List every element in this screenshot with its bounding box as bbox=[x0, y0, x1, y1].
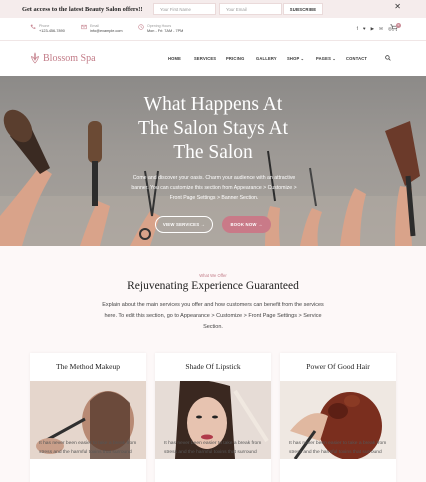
hero-description: Come and discover your oasis. Charm your… bbox=[131, 175, 297, 201]
first-name-input[interactable]: Your First Name bbox=[153, 3, 216, 15]
service-card-title[interactable]: Shade Of Lipstick bbox=[155, 362, 271, 371]
site-logo[interactable]: Blossom Spa bbox=[30, 52, 96, 64]
nav-item-gallery[interactable]: GALLERY bbox=[256, 56, 277, 61]
cart-count-badge: 0 bbox=[396, 23, 401, 28]
book-now-button[interactable]: BOOK NOW → bbox=[222, 216, 271, 233]
close-icon[interactable]: ✕ bbox=[394, 2, 401, 11]
phone-value[interactable]: +123-456-7890 bbox=[39, 29, 65, 33]
promo-bar: Get access to the latest Beauty Salon of… bbox=[0, 0, 426, 18]
nav-item-pricing[interactable]: PRICING bbox=[226, 56, 244, 61]
heart-icon[interactable]: ♥ bbox=[363, 26, 366, 32]
email-label: Email bbox=[90, 24, 99, 28]
email-icon bbox=[81, 24, 87, 30]
logo-flower-icon bbox=[31, 52, 39, 64]
hero-title: What Happens At The Salon Stays At The S… bbox=[0, 93, 426, 165]
nav-item-home[interactable]: HOME bbox=[168, 56, 181, 61]
youtube-icon[interactable]: ▶ bbox=[371, 26, 375, 32]
phone-info: Phone +123-456-7890 bbox=[30, 24, 65, 33]
nav-item-shop-label: SHOP bbox=[287, 56, 300, 61]
nav-item-pages-label: PAGES bbox=[316, 56, 332, 61]
email-input[interactable]: Your Email bbox=[219, 3, 282, 15]
chevron-down-icon: ⌄ bbox=[300, 56, 305, 61]
phone-icon bbox=[30, 24, 36, 30]
email-info: Email info@example.com bbox=[81, 24, 123, 33]
service-card-text: It has never been easier to take a break… bbox=[39, 441, 137, 455]
nav-item-services[interactable]: SERVICES bbox=[194, 56, 216, 61]
service-card-text: It has never been easier to take a break… bbox=[164, 441, 262, 455]
hours-label: Opening Hours bbox=[147, 24, 172, 28]
hero-title-line: The Salon Stays At bbox=[137, 118, 289, 139]
hero-banner: What Happens At The Salon Stays At The S… bbox=[0, 76, 426, 246]
section-title: Rejuvenating Experience Guaranteed bbox=[127, 280, 299, 292]
hours-info: Opening Hours Mon - Fri: 7AM - 7PM bbox=[138, 24, 183, 33]
service-card[interactable]: Power Of Good Hair It has never been eas… bbox=[280, 353, 396, 482]
nav-item-contact[interactable]: CONTACT bbox=[346, 56, 367, 61]
view-services-button[interactable]: VIEW SERVICES → bbox=[155, 216, 213, 233]
chevron-down-icon: ⌄ bbox=[332, 56, 337, 61]
clock-icon bbox=[138, 24, 144, 30]
hours-value: Mon - Fri: 7AM - 7PM bbox=[147, 29, 184, 33]
email-value[interactable]: info@example.com bbox=[90, 29, 123, 33]
main-nav: Blossom Spa HOME SERVICES PRICING GALLER… bbox=[0, 41, 426, 76]
service-card[interactable]: The Method Makeup It has never been easi… bbox=[30, 353, 146, 482]
contact-bar: Phone +123-456-7890 Email info@example.c… bbox=[0, 18, 426, 41]
subscribe-button[interactable]: SUBSCRIBE bbox=[283, 3, 323, 15]
section-kicker: What We Offer bbox=[199, 273, 227, 278]
nav-item-shop[interactable]: SHOP ⌄ bbox=[287, 56, 304, 61]
hero-title-line: What Happens At bbox=[143, 94, 283, 115]
mail-icon[interactable]: ✉ bbox=[379, 26, 383, 32]
service-card-text: It has never been easier to take a break… bbox=[289, 441, 387, 455]
section-description: Explain about the main services you offe… bbox=[102, 302, 324, 330]
service-card[interactable]: Shade Of Lipstick It has never been easi… bbox=[155, 353, 271, 482]
social-links: f ♥ ▶ ✉ ◎ bbox=[357, 26, 392, 32]
hero-title-line: The Salon bbox=[173, 142, 253, 163]
service-card-title[interactable]: Power Of Good Hair bbox=[280, 362, 396, 371]
promo-text: Get access to the latest Beauty Salon of… bbox=[22, 5, 143, 13]
service-card-title[interactable]: The Method Makeup bbox=[30, 362, 146, 371]
logo-text: Blossom Spa bbox=[43, 52, 96, 64]
search-icon[interactable] bbox=[385, 55, 391, 61]
nav-item-pages[interactable]: PAGES ⌄ bbox=[316, 56, 336, 61]
phone-label: Phone bbox=[39, 24, 50, 28]
facebook-icon[interactable]: f bbox=[357, 26, 358, 32]
